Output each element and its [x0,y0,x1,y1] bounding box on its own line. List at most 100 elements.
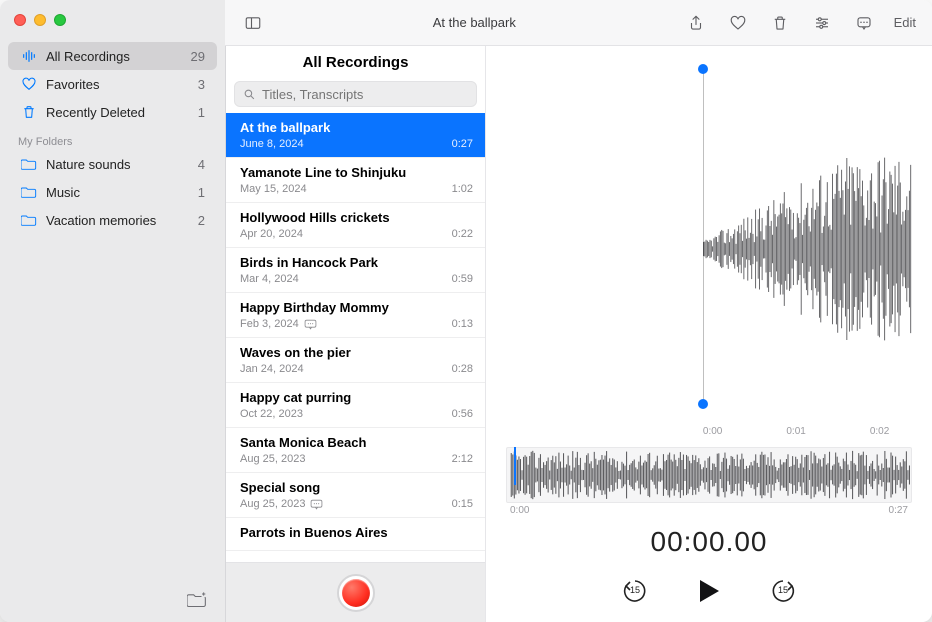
sidebar-icon [244,14,262,32]
sidebar-folder-vacation-memories[interactable]: Vacation memories2 [8,206,217,234]
waveform-icon [20,47,38,65]
sidebar-item-recently-deleted[interactable]: Recently Deleted1 [8,98,217,126]
settings-button[interactable] [808,9,836,37]
skip-forward-button[interactable]: 15 [766,574,800,608]
recording-date: June 8, 2024 [240,138,304,150]
recording-title: Happy cat purring [240,390,473,405]
recording-item[interactable]: At the ballparkJune 8, 20240:27 [226,113,485,158]
sidebar-item-label: Favorites [46,77,198,92]
folder-icon [20,183,38,201]
time-axis-overview: 0:00 0:27 [506,503,912,516]
recording-item[interactable]: Birds in Hancock Park Mar 4, 2024 0:59 [226,248,485,293]
recording-item[interactable]: Waves on the pier Jan 24, 2024 0:28 [226,338,485,383]
edit-button[interactable]: Edit [892,15,918,30]
recording-date: Jan 24, 2024 [240,363,304,375]
sidebar-item-count: 3 [198,77,205,92]
zoom-window-button[interactable] [54,14,66,26]
sidebar-item-count: 2 [198,213,205,228]
recording-date: May 15, 2024 [240,183,307,195]
window-controls [14,14,66,26]
share-button[interactable] [682,9,710,37]
recording-item[interactable]: Hollywood Hills cricketsApr 20, 20240:22 [226,203,485,248]
sidebar-item-label: Nature sounds [46,157,198,172]
folder-icon [20,211,38,229]
sidebar-folder-nature-sounds[interactable]: Nature sounds4 [8,150,217,178]
search-icon [243,88,256,101]
recordings-footer [226,562,485,622]
search-field[interactable] [234,81,477,107]
waveform-overview [507,448,911,502]
heart-icon [20,75,38,93]
sidebar-item-count: 4 [198,157,205,172]
recording-title: At the ballpark [240,120,473,135]
sidebar-footer [0,580,225,622]
sidebar-item-favorites[interactable]: Favorites3 [8,70,217,98]
sliders-icon [813,14,831,32]
sidebar-item-label: All Recordings [46,49,191,64]
sidebar-item-all-recordings[interactable]: All Recordings29 [8,42,217,70]
trash-icon [771,14,789,32]
share-icon [687,14,705,32]
recording-duration: 0:22 [452,228,473,240]
play-button[interactable] [692,574,726,608]
overview-end-time: 0:27 [889,505,908,516]
recording-duration: 0:28 [452,363,473,375]
sidebar: All Recordings29Favorites3Recently Delet… [0,0,225,622]
recording-title: Birds in Hancock Park [240,255,473,270]
toolbar-title: At the ballpark [277,15,672,30]
waveform-overview-area[interactable] [506,447,912,503]
recording-date: Oct 22, 2023 [240,408,303,420]
transcript-icon [855,14,873,32]
skip-back-label: 15 [618,585,652,595]
trash-icon [20,103,38,121]
toolbar: At the ballpark Edit [225,0,932,46]
recording-item[interactable]: Happy Birthday MommyFeb 3, 20240:13 [226,293,485,338]
delete-button[interactable] [766,9,794,37]
recording-item[interactable]: Happy cat purringOct 22, 20230:56 [226,383,485,428]
recording-item[interactable]: Santa Monica BeachAug 25, 20232:12 [226,428,485,473]
recording-title: Santa Monica Beach [240,435,473,450]
time-axis-large: 0:00 0:01 0:02 [703,426,912,437]
sidebar-item-label: Recently Deleted [46,105,198,120]
skip-forward-label: 15 [766,585,800,595]
recording-date: Mar 4, 2024 [240,273,299,285]
folder-icon [20,155,38,173]
time-tick: 0:02 [870,426,889,437]
recording-duration: 0:59 [452,273,473,285]
waveform-large-area[interactable]: 0:00 0:01 0:02 [506,56,912,441]
sidebar-section-header: My Folders [0,126,225,150]
recording-title: Parrots in Buenos Aires [240,525,473,540]
toggle-sidebar-button[interactable] [239,9,267,37]
record-button[interactable] [337,574,375,612]
recording-item[interactable]: Parrots in Buenos Aires [226,518,485,551]
favorite-button[interactable] [724,9,752,37]
search-input[interactable] [262,87,468,102]
recording-duration: 0:15 [452,498,473,510]
recording-title: Special song [240,480,473,495]
recordings-list[interactable]: At the ballparkJune 8, 20240:27Yamanote … [226,113,485,562]
recordings-pane: All Recordings At the ballparkJune 8, 20… [226,0,486,622]
sidebar-folder-music[interactable]: Music1 [8,178,217,206]
new-folder-button[interactable] [187,590,207,613]
content-area: All Recordings At the ballparkJune 8, 20… [225,0,932,622]
detail-pane: 0:000:010:02 0:00 0:27 00:00.00 15 [486,0,932,622]
transcript-button[interactable] [850,9,878,37]
close-window-button[interactable] [14,14,26,26]
time-tick: 0:01 [786,426,805,437]
playhead-overview[interactable] [514,447,516,485]
skip-back-button[interactable]: 15 [618,574,652,608]
recording-title: Waves on the pier [240,345,473,360]
recording-duration: 0:13 [452,318,473,330]
recording-item[interactable]: Special song Aug 25, 2023 0:15 [226,473,485,518]
recording-date: Aug 25, 2023 [240,453,305,465]
recording-date: Aug 25, 2023 [240,498,305,510]
recording-item[interactable]: Yamanote Line to ShinjukuMay 15, 20241:0… [226,158,485,203]
playback-controls: 15 15 [506,574,912,608]
app-window: All Recordings29Favorites3Recently Delet… [0,0,932,622]
record-icon [342,579,370,607]
minimize-window-button[interactable] [34,14,46,26]
transcript-badge-icon [304,319,317,330]
play-icon [697,578,721,604]
sidebar-item-label: Music [46,185,198,200]
time-tick: 0:00 [703,426,722,437]
